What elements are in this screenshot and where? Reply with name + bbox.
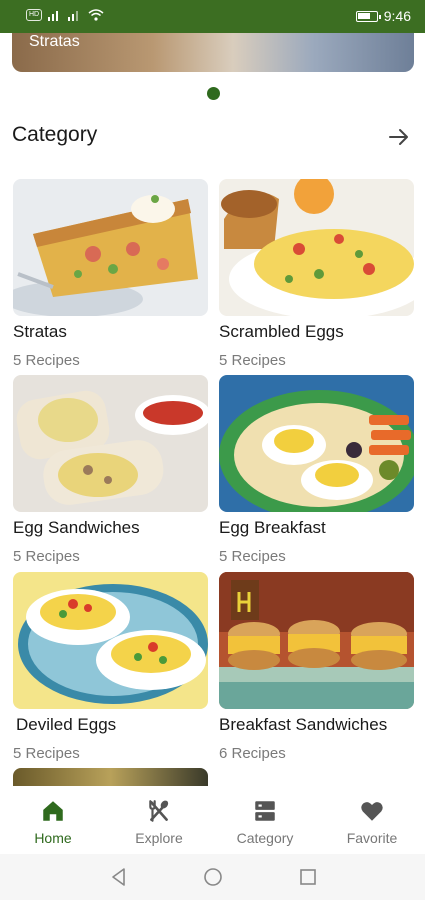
section-title: Category [12, 123, 98, 146]
carousel-indicator[interactable] [207, 87, 220, 100]
category-card-image-egg-breakfast[interactable] [219, 375, 414, 512]
system-navigation-bar [0, 854, 425, 900]
category-count: 5 Recipes [13, 745, 80, 762]
category-card-image-scrambled-eggs[interactable] [219, 179, 414, 316]
category-title[interactable]: Deviled Eggs [16, 715, 116, 735]
category-count: 5 Recipes [13, 352, 80, 369]
banner-label: Stratas [29, 33, 80, 50]
category-card-image-partial[interactable] [13, 768, 208, 786]
category-card-image-stratas[interactable] [13, 179, 208, 316]
nav-label: Category [236, 830, 294, 846]
category-title[interactable]: Stratas [13, 322, 67, 342]
nav-category[interactable]: Category [212, 786, 318, 854]
category-card-image-deviled-eggs[interactable] [13, 572, 208, 709]
category-count: 5 Recipes [13, 548, 80, 565]
category-list-icon [255, 801, 275, 821]
arrow-right-icon[interactable] [387, 125, 411, 149]
home-circle-icon[interactable] [202, 866, 224, 888]
network-type-label: HD [26, 9, 43, 21]
status-time: 9:46 [383, 8, 411, 24]
category-title[interactable]: Breakfast Sandwiches [219, 715, 387, 735]
fork-spoon-icon [149, 800, 169, 822]
category-count: 5 Recipes [219, 548, 286, 565]
nav-home[interactable]: Home [0, 786, 106, 854]
featured-banner[interactable]: Stratas [12, 33, 414, 72]
nav-explore[interactable]: Explore [106, 786, 212, 854]
nav-label: Favorite [346, 830, 398, 846]
category-count: 6 Recipes [219, 745, 286, 762]
category-count: 5 Recipes [219, 352, 286, 369]
category-title[interactable]: Scrambled Eggs [219, 322, 344, 342]
category-card-image-egg-sandwiches[interactable] [13, 375, 208, 512]
back-triangle-icon[interactable] [108, 866, 130, 888]
heart-icon [361, 802, 383, 821]
battery-icon [355, 10, 381, 22]
recents-square-icon[interactable] [297, 866, 319, 888]
status-bar: HD 9:46 [0, 0, 425, 33]
nav-label: Explore [135, 830, 183, 846]
signal-icon [48, 11, 59, 21]
category-card-image-breakfast-sandwiches[interactable] [219, 572, 414, 709]
home-icon [43, 801, 63, 821]
battery-fill [357, 12, 370, 19]
category-title[interactable]: Egg Sandwiches [13, 518, 140, 538]
nav-label: Home [34, 830, 72, 846]
nav-favorite[interactable]: Favorite [319, 786, 425, 854]
signal-icon-2 [68, 11, 79, 21]
wifi-icon [88, 9, 104, 21]
category-title[interactable]: Egg Breakfast [219, 518, 326, 538]
bottom-navigation: Home Explore Category Favorite [0, 786, 425, 854]
status-left: HD [26, 9, 104, 21]
status-right: 9:46 [355, 8, 411, 24]
